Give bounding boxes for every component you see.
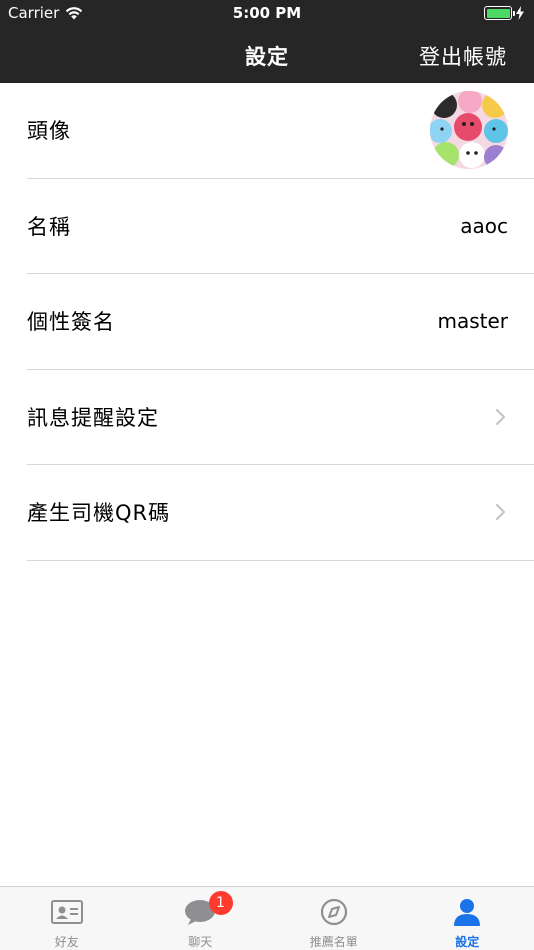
driver-qr-row[interactable]: 產生司機QR碼 xyxy=(27,465,534,561)
status-time: 5:00 PM xyxy=(232,4,302,22)
status-bar: Carrier 5:00 PM xyxy=(0,0,534,28)
battery-indicator xyxy=(484,6,524,20)
signature-row[interactable]: 個性簽名 master xyxy=(27,274,534,370)
navigation-bar: 設定 登出帳號 xyxy=(0,28,534,83)
avatar[interactable] xyxy=(430,91,508,170)
chevron-right-icon xyxy=(495,504,506,521)
name-value: aaoc xyxy=(460,213,508,238)
chevron-right-icon xyxy=(495,408,506,425)
tab-friends[interactable]: 好友 xyxy=(0,887,134,950)
logout-button[interactable]: 登出帳號 xyxy=(419,41,507,71)
unread-badge: 1 xyxy=(208,891,233,915)
tab-chat-label: 聊天 xyxy=(188,935,213,949)
tab-friends-label: 好友 xyxy=(54,935,79,949)
tab-recommendations[interactable]: 推薦名單 xyxy=(267,887,401,950)
avatar-row[interactable]: 頭像 xyxy=(27,83,534,179)
settings-list: 頭像 名稱 aaoc 個性簽名 master 訊息提醒設定 產生司機QR碼 xyxy=(0,83,534,561)
settings-screen: Carrier 5:00 PM 設定 登出帳號 頭像 名稱 aaoc 個性簽名 … xyxy=(0,0,534,950)
notification-settings-label: 訊息提醒設定 xyxy=(27,405,159,430)
signature-row-label: 個性簽名 xyxy=(27,310,115,335)
contact-card-icon xyxy=(50,900,83,924)
battery-level xyxy=(486,8,510,18)
battery-icon xyxy=(484,6,515,20)
driver-qr-label: 產生司機QR碼 xyxy=(27,501,171,526)
tab-settings[interactable]: 設定 xyxy=(401,887,534,950)
compass-icon xyxy=(320,898,347,926)
tab-settings-label: 設定 xyxy=(455,935,480,949)
charging-icon xyxy=(516,6,524,20)
name-row-label: 名稱 xyxy=(27,214,71,239)
avatar-row-label: 頭像 xyxy=(27,119,71,144)
notification-settings-row[interactable]: 訊息提醒設定 xyxy=(27,370,534,465)
person-icon xyxy=(454,899,481,926)
avatar-image xyxy=(430,91,508,170)
tab-recommendations-label: 推薦名單 xyxy=(309,935,358,949)
tab-chat[interactable]: 1 聊天 xyxy=(134,887,268,950)
tab-bar: 好友 1 聊天 推薦名單 設定 xyxy=(0,886,534,950)
name-row[interactable]: 名稱 aaoc xyxy=(27,179,534,274)
signature-value: master xyxy=(437,309,508,334)
